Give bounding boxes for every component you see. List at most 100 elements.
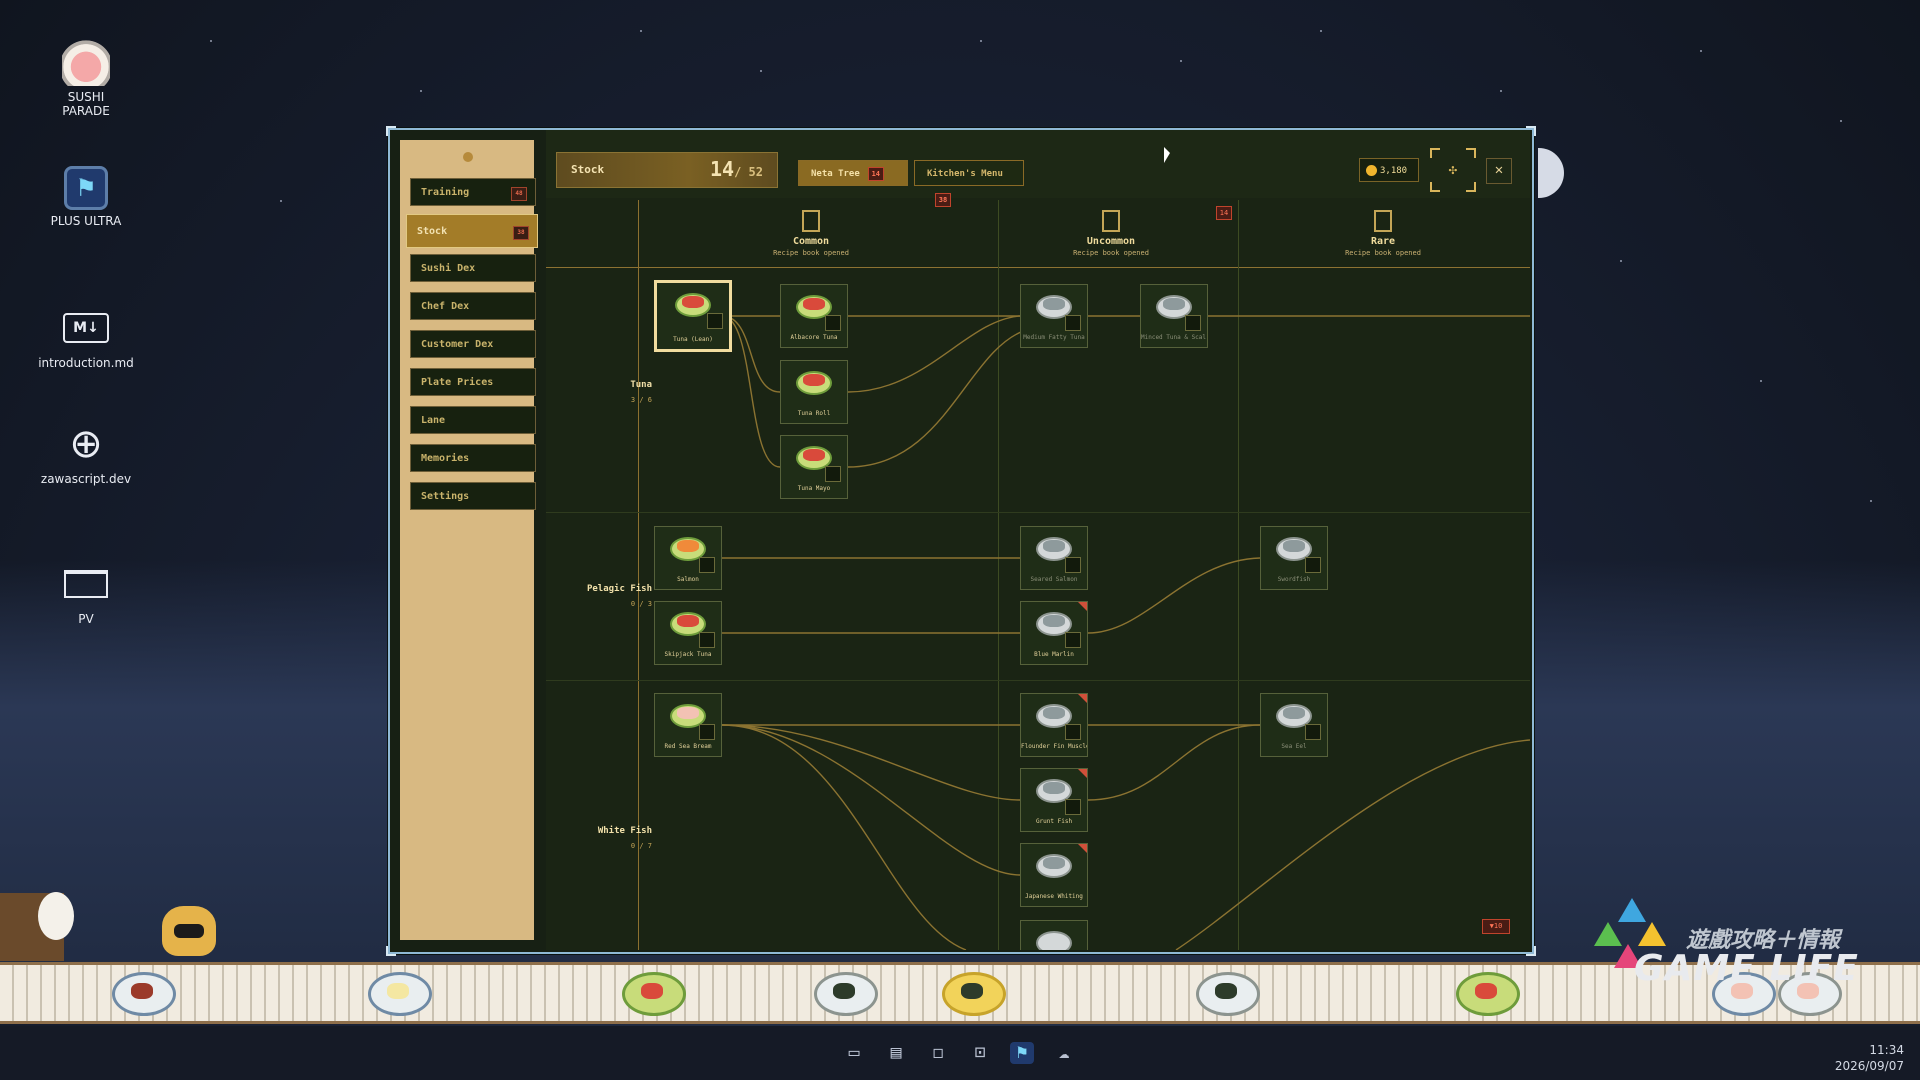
desktop-icon-label: zawascript.dev (40, 472, 132, 486)
sidebar-item-training[interactable]: Training 48 (410, 178, 536, 206)
new-flag (1078, 694, 1087, 703)
lock-icon (1305, 724, 1321, 740)
cat-chef-sprite[interactable] (162, 906, 216, 956)
desktop-icon-label: PLUS ULTRA (50, 214, 122, 228)
desktop-icon-introduction[interactable]: M↓ introduction.md (28, 304, 144, 370)
recipe-node[interactable]: Flounder Fin Muscle (1020, 693, 1088, 757)
blue-marlin-icon (1043, 615, 1065, 627)
lock-icon (825, 315, 841, 331)
conveyor-plate[interactable] (112, 972, 176, 1016)
sea-eel-icon (1283, 707, 1305, 719)
neta-tree-panel: Stock 14/ 52 Neta Tree 14 Kitchen's Menu3… (546, 130, 1530, 950)
desktop-icon-label: SUSHI PARADE (62, 90, 110, 118)
tuna-icon (682, 296, 704, 308)
sidebar-item-lane[interactable]: Lane (410, 406, 536, 434)
globe-icon: ⊕ (69, 421, 103, 467)
desktop-icon-sushi-parade[interactable]: SUSHI PARADE (28, 38, 144, 118)
recipe-node[interactable]: Sea Eel (1260, 693, 1328, 757)
tuna-mayo-icon (803, 449, 825, 461)
recipe-node[interactable]: Blue Marlin (1020, 601, 1088, 665)
conveyor-plate[interactable] (1456, 972, 1520, 1016)
desktop-icon-plus-ultra[interactable]: ⚑ PLUS ULTRA (28, 166, 144, 228)
recipe-node-partial[interactable] (1020, 920, 1088, 950)
recipe-node[interactable]: Tuna Roll (780, 360, 848, 424)
salmon-icon (677, 540, 699, 552)
lock-icon (1065, 724, 1081, 740)
tuna-roll-icon (803, 374, 825, 386)
new-flag (1078, 602, 1087, 611)
sidebar-item-stock[interactable]: Stock 38 (406, 214, 538, 248)
conveyor-plate[interactable] (942, 972, 1006, 1016)
markdown-icon: M↓ (63, 313, 109, 343)
window-corner[interactable] (386, 126, 396, 136)
lock-icon (699, 632, 715, 648)
recipe-node[interactable]: Tuna (Lean) (654, 280, 732, 352)
sidebar-badge: 48 (511, 187, 527, 201)
red-sea-bream-icon (677, 707, 699, 719)
skipjack-icon (677, 615, 699, 627)
plus-ultra-icon[interactable]: ⚑ (1010, 1042, 1034, 1064)
lock-icon (825, 466, 841, 482)
sushi-parade-icon (62, 38, 110, 86)
sidebar-item-memories[interactable]: Memories (410, 444, 536, 472)
albacore-icon (803, 298, 825, 310)
grunt-fish-icon (1043, 782, 1065, 794)
scroll-more-badge[interactable]: ▼10 (1482, 919, 1510, 934)
taskbar: ▭ ▤ ◻ ⊡ ⚑ ☁ 11:34 2026/09/07 (0, 1026, 1920, 1080)
sidebar-item-chef-dex[interactable]: Chef Dex (410, 292, 536, 320)
conveyor-plate[interactable] (622, 972, 686, 1016)
system-clock[interactable]: 11:34 2026/09/07 (1835, 1042, 1904, 1074)
window-corner[interactable] (386, 946, 396, 956)
recipe-node[interactable]: Seared Salmon (1020, 526, 1088, 590)
stock-window: Training 48 Stock 38 Sushi Dex Chef Dex … (386, 126, 1536, 956)
recipe-node[interactable]: Red Sea Bream (654, 693, 722, 757)
swordfish-icon (1283, 540, 1305, 552)
lock-icon (1185, 315, 1201, 331)
flounder-icon (1043, 707, 1065, 719)
sidebar-item-settings[interactable]: Settings (410, 482, 536, 510)
new-flag (1078, 844, 1087, 853)
desktop-icon-zawascript[interactable]: ⊕ zawascript.dev (28, 420, 144, 486)
conveyor-plate[interactable] (814, 972, 878, 1016)
recipe-node[interactable]: Grunt Fish (1020, 768, 1088, 832)
recipe-node[interactable]: Medium Fatty Tuna (1020, 284, 1088, 348)
lock-icon (1065, 315, 1081, 331)
recipe-node[interactable]: Skipjack Tuna (654, 601, 722, 665)
sidebar-item-sushi-dex[interactable]: Sushi Dex (410, 254, 536, 282)
japanese-whiting-icon (1043, 857, 1065, 869)
lock-icon (699, 557, 715, 573)
lock-icon (699, 724, 715, 740)
chat-icon[interactable]: ◻ (926, 1042, 950, 1064)
sidebar-pin (463, 152, 473, 162)
mouse-cursor (1164, 147, 1170, 163)
gamelife-watermark: 遊戲攻略＋情報 GAME LIFE (1588, 888, 1868, 989)
sidebar-item-customer-dex[interactable]: Customer Dex (410, 330, 536, 358)
new-flag (1078, 769, 1087, 778)
recipe-node[interactable]: Minced Tuna & Scal... (1140, 284, 1208, 348)
egg-sprite (38, 892, 74, 940)
conveyor-plate[interactable] (368, 972, 432, 1016)
sidebar-item-plate-prices[interactable]: Plate Prices (410, 368, 536, 396)
lock-icon (1065, 632, 1081, 648)
desktop-icon-label: introduction.md (38, 356, 134, 370)
lock-icon (707, 313, 723, 329)
recipe-node[interactable]: Swordfish (1260, 526, 1328, 590)
lock-icon (1065, 557, 1081, 573)
lock-icon (1305, 557, 1321, 573)
ghost-icon[interactable]: ☁ (1052, 1042, 1076, 1064)
folder-icon (64, 570, 108, 598)
seared-salmon-icon (1043, 540, 1065, 552)
minced-tuna-icon (1163, 298, 1185, 310)
lock-icon (1065, 799, 1081, 815)
plus-ultra-icon: ⚑ (64, 166, 108, 210)
recipe-node[interactable]: Albacore Tuna (780, 284, 848, 348)
desktop-icon-pv[interactable]: PV (28, 560, 144, 626)
conveyor-plate[interactable] (1196, 972, 1260, 1016)
recipe-node[interactable]: Salmon (654, 526, 722, 590)
recipe-node[interactable]: Japanese Whiting (1020, 843, 1088, 907)
recipe-node[interactable]: Tuna Mayo (780, 435, 848, 499)
terminal-icon[interactable]: ⊡ (968, 1042, 992, 1064)
window-icon[interactable]: ▤ (884, 1042, 908, 1064)
folder-icon[interactable]: ▭ (842, 1042, 866, 1064)
sidebar-badge: 38 (513, 226, 529, 240)
